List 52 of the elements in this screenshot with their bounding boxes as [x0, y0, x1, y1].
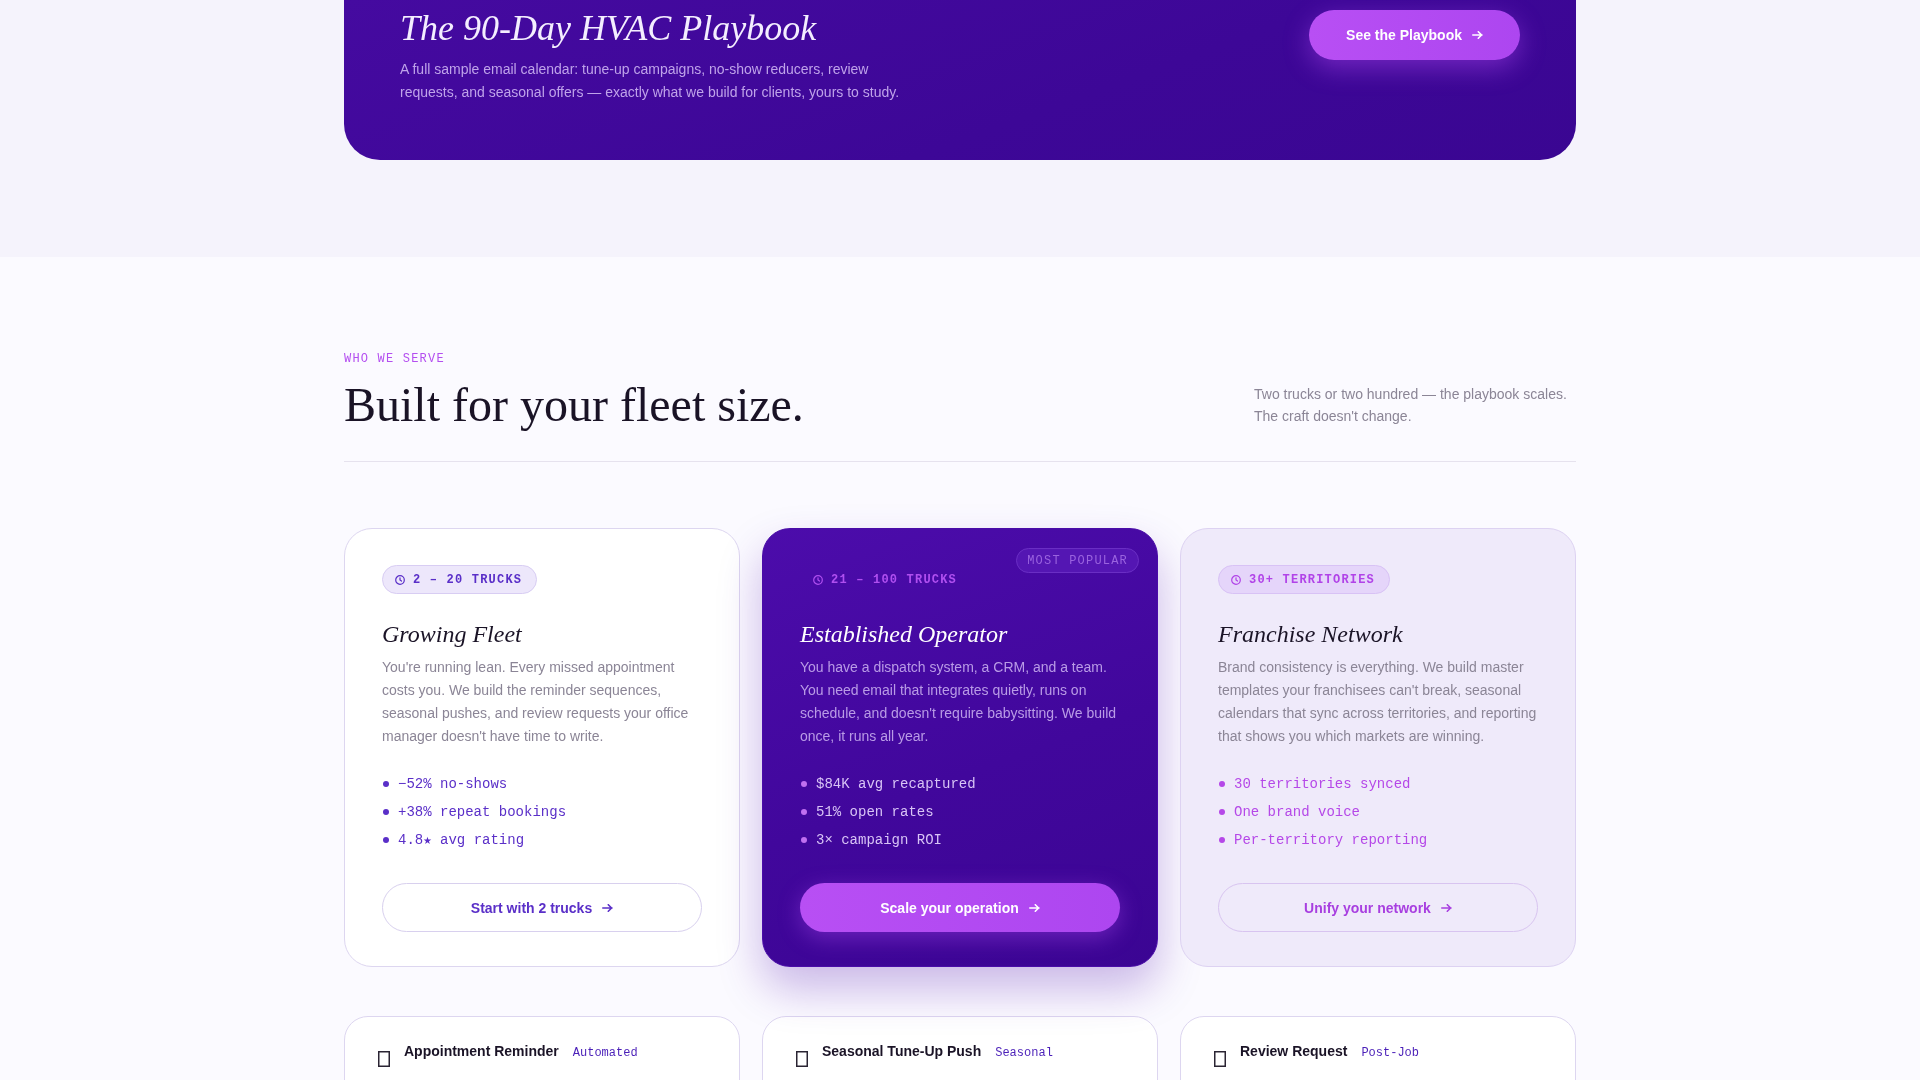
template-title: Review Request	[1240, 1042, 1348, 1060]
banner-title: The 90-Day HVAC Playbook	[400, 7, 818, 50]
highlight-text: Per-territory reporting	[1234, 831, 1428, 849]
clock-icon	[1231, 574, 1241, 585]
highlight-text: One brand voice	[1234, 803, 1361, 821]
banner-description: A full sample email calendar: tune-up campaigns, no-show reducers, review requests, and seasonal offers — exactly what we build for clients, yours to study.	[400, 60, 901, 102]
bullet-dot-icon	[801, 837, 807, 843]
highlight-text: −52% no-shows	[398, 775, 508, 793]
bullet-dot-icon	[383, 837, 389, 843]
clock-icon	[813, 574, 823, 585]
section-eyebrow: WHO WE SERVE	[344, 351, 446, 367]
bullet-dot-icon	[1219, 809, 1225, 815]
bullet-dot-icon	[383, 809, 389, 815]
fleet-size-label: 2 – 20 TRUCKS	[413, 572, 523, 587]
missing-glyph-icon	[378, 1051, 390, 1067]
bullet-dot-icon	[1219, 781, 1225, 787]
plan-title: Growing Fleet	[382, 620, 523, 649]
plan-description: You have a dispatch system, a CRM, and a team. You need email that integrates quietly, runs on schedule, and doesn't require babysitting. We build once, it runs all year.	[800, 658, 1118, 746]
section-heading: Built for your fleet size.	[344, 378, 804, 431]
missing-glyph-icon	[796, 1051, 808, 1067]
category-label: Seasonal	[995, 1046, 1053, 1060]
clock-icon	[395, 574, 405, 585]
highlight-text: 30 territories synced	[1234, 775, 1411, 793]
plan-button[interactable]: Scale your operation	[800, 883, 1120, 932]
highlight-text: $84K avg recaptured	[816, 775, 976, 793]
fleet-size-label: 21 – 100 TRUCKS	[831, 572, 958, 587]
bullet-dot-icon	[801, 809, 807, 815]
playbook-button[interactable]: See the Playbook	[1309, 10, 1520, 60]
plan-button[interactable]: Start with 2 trucks	[382, 883, 702, 932]
arrow-right-icon	[602, 903, 614, 912]
plan-title: Established Operator	[800, 620, 1009, 649]
popular-tag: MOST POPULAR	[1016, 548, 1139, 573]
missing-glyph-icon	[1214, 1051, 1226, 1067]
template-title: Seasonal Tune-Up Push	[822, 1042, 982, 1060]
category-label: Automated	[572, 1046, 638, 1060]
plan-description: Brand consistency is everything. We build master templates your franchisees can't break, seasonal calendars that sync across territories, and reporting that shows you which markets are winning.	[1218, 658, 1538, 746]
highlight-text: 4.8★ avg rating	[398, 831, 525, 849]
bullet-dot-icon	[1219, 837, 1225, 843]
plan-title: Franchise Network	[1218, 620, 1404, 649]
arrow-right-icon	[1440, 903, 1452, 912]
plan-description: You're running lean. Every missed appointment costs you. We build the reminder sequences, seasonal pushes, and review requests your office manager doesn't have time to write.	[382, 658, 690, 746]
section-subtext: Two trucks or two hundred — the playbook scales. The craft doesn't change.	[1254, 385, 1568, 426]
highlight-text: 51% open rates	[816, 803, 934, 821]
bullet-dot-icon	[801, 781, 807, 787]
arrow-right-icon	[1472, 31, 1483, 39]
highlight-text: +38% repeat bookings	[398, 803, 567, 821]
category-label: Post-Job	[1361, 1046, 1419, 1060]
arrow-right-icon	[1028, 903, 1040, 912]
bullet-dot-icon	[383, 781, 389, 787]
fleet-size-label: 30+ TERRITORIES	[1249, 572, 1376, 587]
highlight-text: 3× campaign ROI	[816, 831, 943, 849]
template-title: Appointment Reminder	[404, 1042, 559, 1060]
